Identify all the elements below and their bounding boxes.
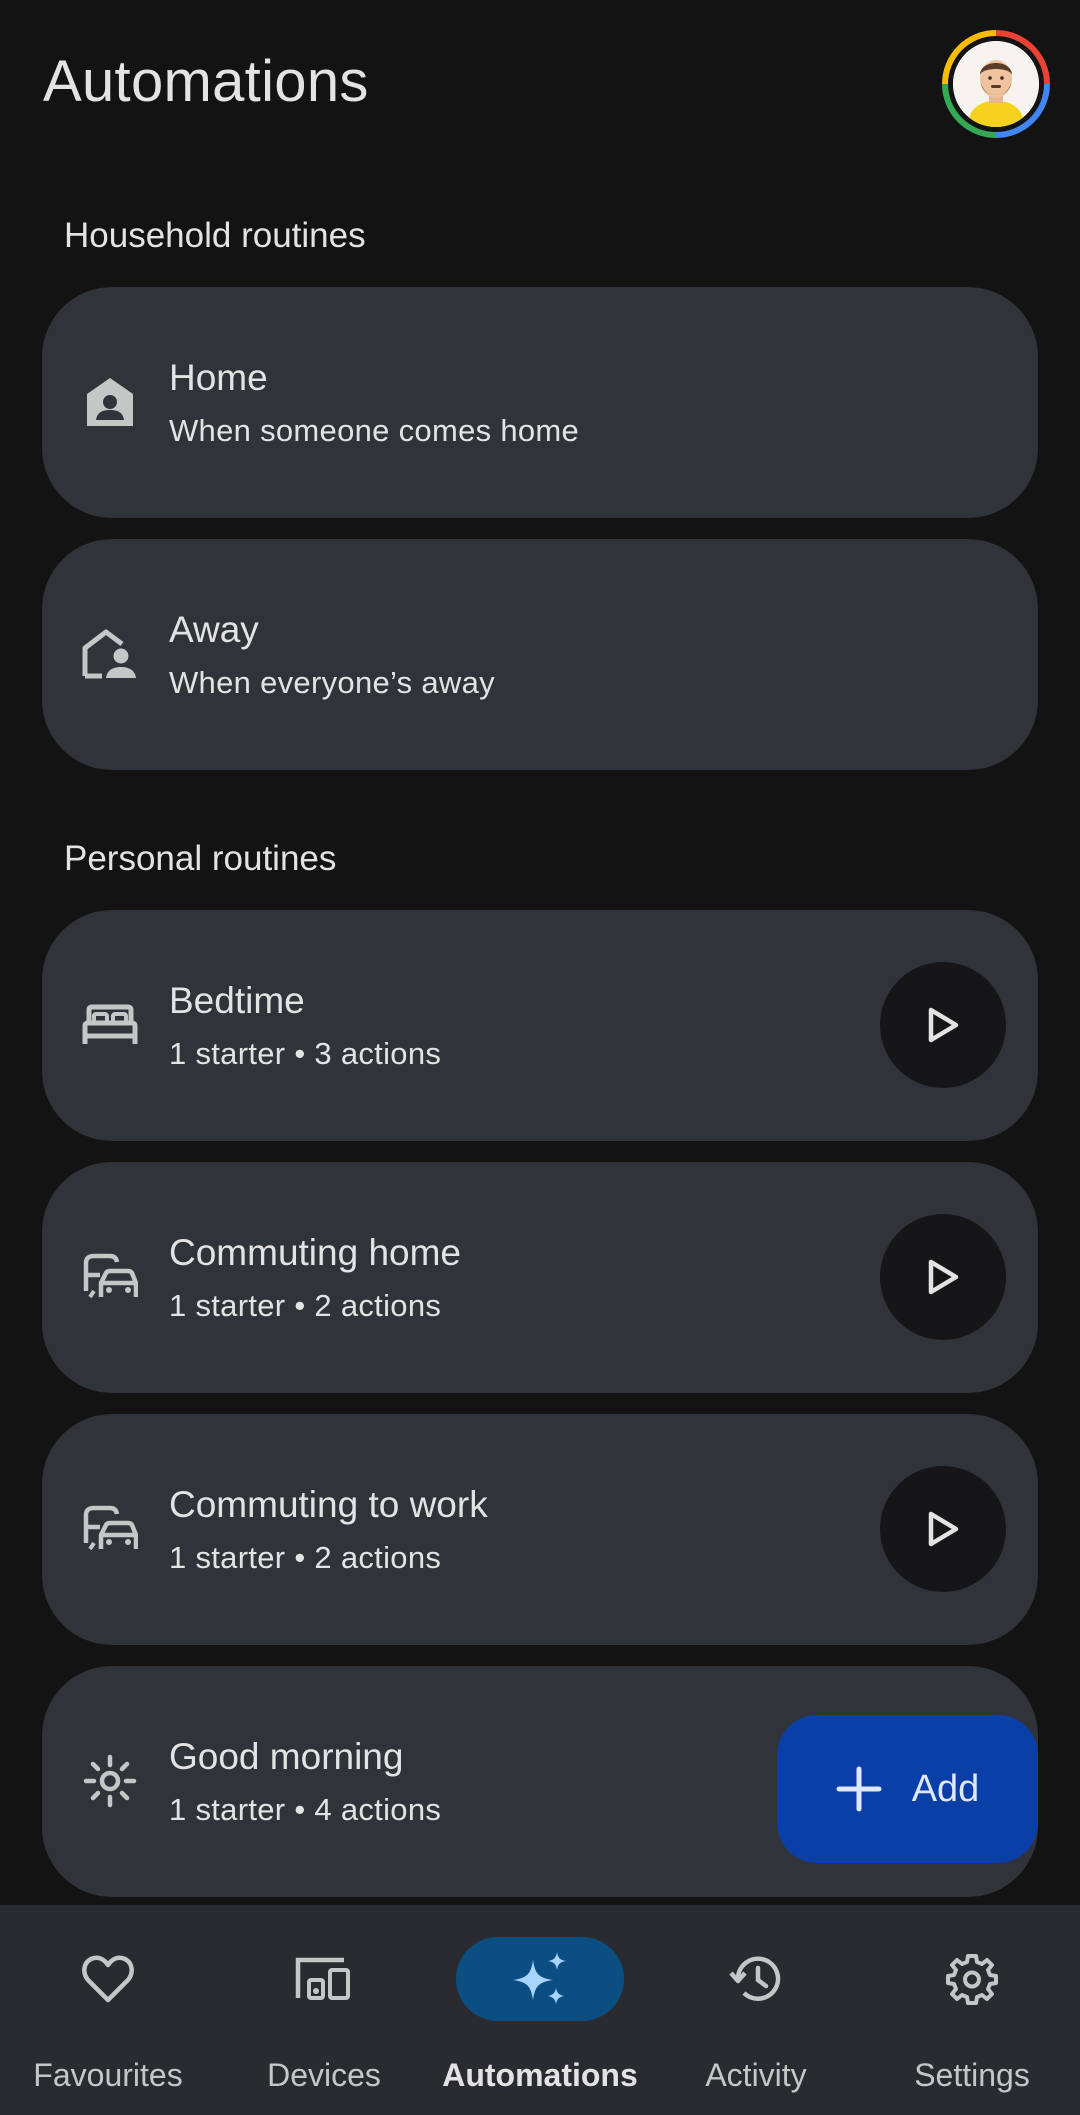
routine-card-commuting-home[interactable]: Commuting home 1 starter • 2 actions (42, 1162, 1038, 1393)
nav-item-devices[interactable]: Devices (216, 1905, 432, 2115)
commute-icon (77, 1244, 143, 1310)
routine-card-home[interactable]: Home When someone comes home (42, 287, 1038, 518)
nav-pill (240, 1937, 408, 2021)
personal-routines-heading: Personal routines (64, 839, 337, 878)
routine-subtitle: 1 starter • 2 actions (169, 1288, 442, 1323)
avatar[interactable] (942, 30, 1050, 138)
nav-label: Activity (705, 2057, 807, 2093)
nav-pill (888, 1937, 1056, 2021)
play-icon (928, 1259, 959, 1295)
devices-icon (295, 1957, 350, 2000)
routine-card-away[interactable]: Away When everyone’s away (42, 539, 1038, 770)
routine-title: Commuting home (169, 1232, 462, 1273)
nav-item-automations[interactable]: Automations (432, 1905, 648, 2115)
bed-icon (77, 992, 143, 1058)
user-avatar-icon (953, 41, 1039, 127)
nav-label: Settings (914, 2057, 1030, 2093)
nav-pill (672, 1937, 840, 2021)
add-button-label: Add (911, 1767, 980, 1810)
routine-card-bedtime[interactable]: Bedtime 1 starter • 3 actions (42, 910, 1038, 1141)
automations-screen: Automations Household routines Home When… (0, 0, 1080, 2115)
commute-icon (77, 1496, 143, 1562)
routine-subtitle: 1 starter • 4 actions (169, 1792, 442, 1827)
plus-icon (836, 1766, 882, 1812)
household-routines-heading: Household routines (64, 216, 366, 255)
nav-item-settings[interactable]: Settings (864, 1905, 1080, 2115)
routine-title: Home (169, 357, 268, 398)
heart-icon (82, 1955, 134, 2003)
gear-icon (946, 1954, 998, 2005)
nav-pill (24, 1937, 192, 2021)
routine-title: Good morning (169, 1736, 404, 1777)
home-person-icon (77, 369, 143, 435)
nav-pill-active (456, 1937, 624, 2021)
history-icon (729, 1956, 781, 2001)
nav-item-favourites[interactable]: Favourites (0, 1905, 216, 2115)
add-routine-button[interactable]: Add (777, 1715, 1038, 1863)
play-routine-button[interactable] (880, 962, 1006, 1088)
play-icon (928, 1511, 959, 1547)
bottom-navigation: Favourites Devices Automations Activity … (0, 1905, 1080, 2115)
routine-card-commuting-to-work[interactable]: Commuting to work 1 starter • 2 actions (42, 1414, 1038, 1645)
nav-label: Devices (267, 2057, 381, 2093)
routine-title: Away (169, 609, 259, 650)
nav-label: Automations (442, 2057, 638, 2093)
routine-title: Bedtime (169, 980, 305, 1021)
play-routine-button[interactable] (880, 1214, 1006, 1340)
play-routine-button[interactable] (880, 1466, 1006, 1592)
nav-label: Favourites (33, 2057, 183, 2093)
page-title: Automations (43, 49, 369, 114)
away-home-icon (77, 621, 143, 687)
routine-subtitle: 1 starter • 3 actions (169, 1036, 442, 1071)
sun-icon (77, 1748, 143, 1814)
routine-subtitle: When someone comes home (169, 413, 580, 448)
play-icon (928, 1007, 959, 1043)
header: Automations (0, 0, 1080, 170)
sparkle-icon (513, 1952, 566, 2004)
routine-subtitle: When everyone’s away (169, 665, 495, 700)
routine-title: Commuting to work (169, 1484, 488, 1525)
nav-item-activity[interactable]: Activity (648, 1905, 864, 2115)
avatar-ring-gap (948, 36, 1044, 132)
routine-subtitle: 1 starter • 2 actions (169, 1540, 442, 1575)
